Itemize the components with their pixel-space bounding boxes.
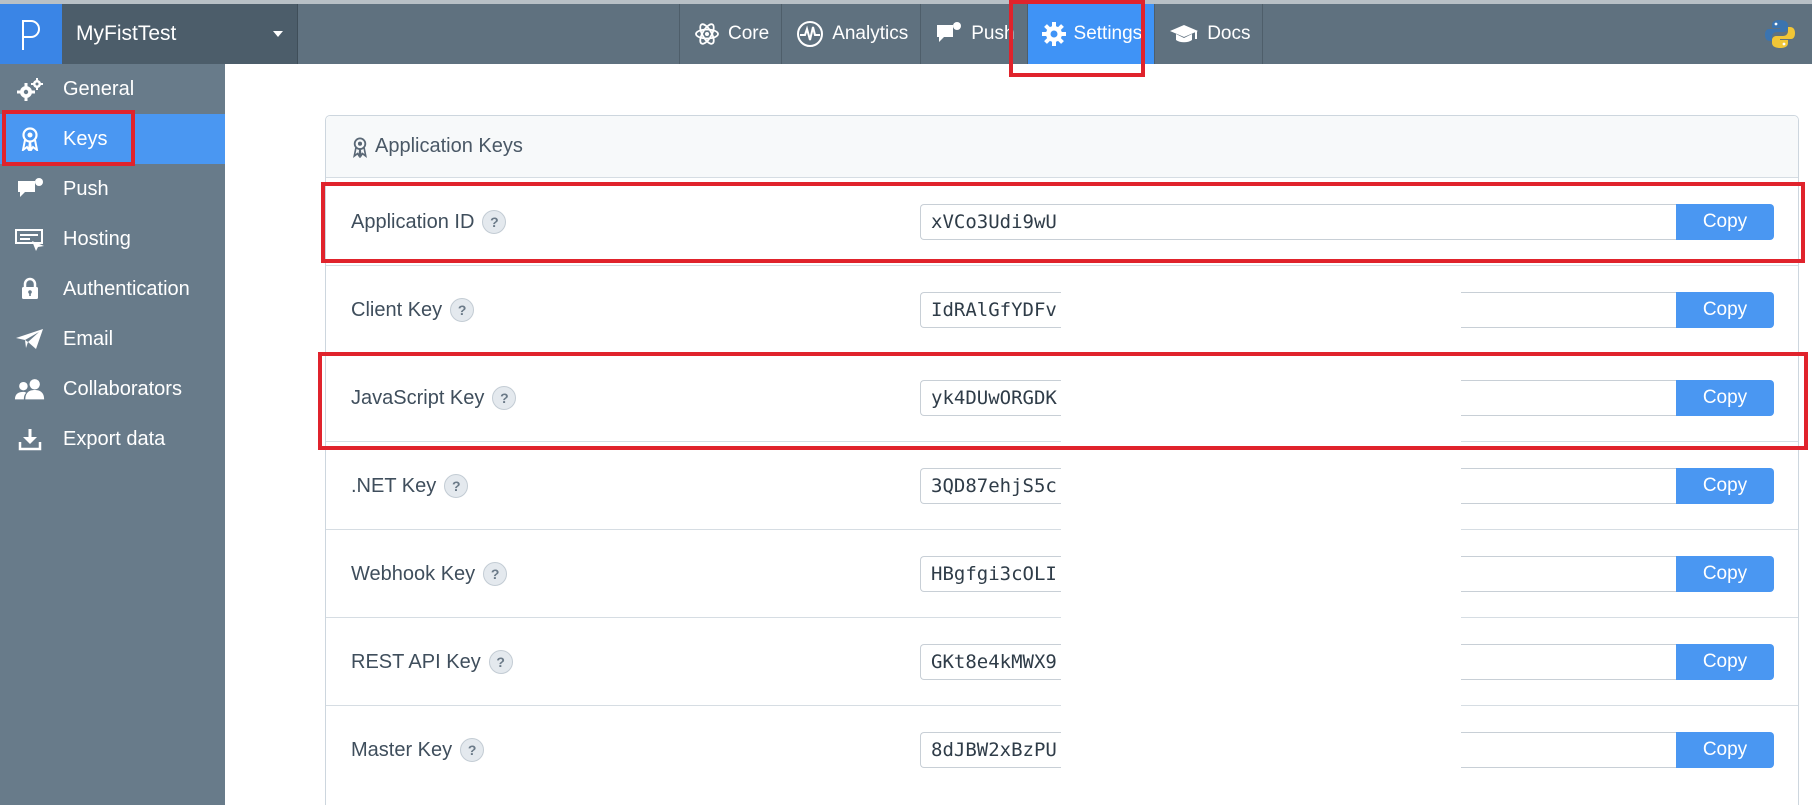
redaction-mask <box>1061 270 1461 805</box>
parse-logo[interactable] <box>0 4 62 64</box>
key-label: Master Key? <box>351 706 485 794</box>
key-value: IdRAlGfYDFv <box>931 299 1057 321</box>
sidebar-item-push[interactable]: Push <box>0 164 225 214</box>
hosting-icon <box>14 227 46 251</box>
key-label: Application ID? <box>351 178 507 266</box>
top-nav: Core Analytics Push Settings Docs <box>679 4 1264 64</box>
key-value: 3QD87ehjS5c <box>931 475 1057 497</box>
application-id-field[interactable]: xVCo3Udi9wU <box>920 204 1676 240</box>
key-label: .NET Key? <box>351 442 469 530</box>
sidebar-item-label: Push <box>63 177 109 200</box>
sidebar-item-general[interactable]: General <box>0 64 225 114</box>
nav-analytics-label: Analytics <box>832 23 909 44</box>
copy-client-key-button[interactable]: Copy <box>1676 292 1774 328</box>
chevron-down-icon <box>273 31 283 37</box>
key-value: HBgfgi3cOLI <box>931 563 1057 585</box>
key-value: GKt8e4kMWX9 <box>931 651 1057 673</box>
panel-header: Application Keys <box>326 116 1798 177</box>
nav-push-label: Push <box>971 23 1015 44</box>
nav-docs-label: Docs <box>1207 23 1251 44</box>
speech-bubble-icon <box>14 177 46 201</box>
gear-icon <box>1041 22 1066 46</box>
panel-title: Application Keys <box>375 135 523 157</box>
sidebar: General Keys Push Hosting Authentication… <box>0 64 225 805</box>
graduation-cap-icon <box>1170 25 1199 43</box>
nav-docs[interactable]: Docs <box>1154 4 1264 64</box>
help-icon[interactable]: ? <box>444 474 469 498</box>
copy-master-key-button[interactable]: Copy <box>1676 732 1774 768</box>
copy-javascript-key-button[interactable]: Copy <box>1676 380 1774 416</box>
users-icon <box>14 377 46 401</box>
key-ribbon-icon <box>14 127 46 151</box>
copy-rest-api-key-button[interactable]: Copy <box>1676 644 1774 680</box>
nav-push[interactable]: Push <box>920 4 1026 64</box>
nav-settings[interactable]: Settings <box>1026 4 1155 64</box>
sidebar-item-export-data[interactable]: Export data <box>0 414 225 464</box>
sidebar-item-label: Keys <box>63 127 108 150</box>
lock-icon <box>14 277 46 301</box>
sidebar-item-hosting[interactable]: Hosting <box>0 214 225 264</box>
key-label: Webhook Key? <box>351 530 508 618</box>
help-icon[interactable]: ? <box>492 386 517 410</box>
key-value: 8dJBW2xBzPU <box>931 739 1057 761</box>
atom-icon <box>695 23 719 45</box>
nav-settings-label: Settings <box>1073 23 1143 44</box>
help-icon[interactable]: ? <box>488 650 513 674</box>
top-bar: MyFistTest Core Analytics Push Settings … <box>0 0 1812 64</box>
speech-bubble-icon <box>937 22 962 42</box>
key-label: JavaScript Key? <box>351 354 517 442</box>
paper-plane-icon <box>14 327 46 351</box>
sidebar-item-label: Collaborators <box>63 377 182 400</box>
app-selector[interactable]: MyFistTest <box>62 4 298 64</box>
key-value: xVCo3Udi9wU <box>931 211 1057 233</box>
sidebar-item-label: Export data <box>63 427 166 450</box>
copy-application-id-button[interactable]: Copy <box>1676 204 1774 240</box>
sidebar-item-authentication[interactable]: Authentication <box>0 264 225 314</box>
sidebar-item-label: Authentication <box>63 277 190 300</box>
app-name: MyFistTest <box>76 22 177 45</box>
pulse-icon <box>797 21 824 47</box>
download-icon <box>14 427 46 451</box>
sidebar-item-collaborators[interactable]: Collaborators <box>0 364 225 414</box>
key-row-application-id: Application ID? xVCo3Udi9wU Copy <box>326 177 1798 265</box>
key-label: Client Key? <box>351 266 475 354</box>
sidebar-item-keys[interactable]: Keys <box>0 114 225 164</box>
key-value: yk4DUwORGDK <box>931 387 1057 409</box>
help-icon[interactable]: ? <box>483 562 508 586</box>
sidebar-item-label: Hosting <box>63 227 131 250</box>
copy-webhook-key-button[interactable]: Copy <box>1676 556 1774 592</box>
sidebar-item-label: General <box>63 77 135 100</box>
help-icon[interactable]: ? <box>460 738 485 762</box>
key-ribbon-icon <box>351 136 369 158</box>
help-icon[interactable]: ? <box>450 298 475 322</box>
sidebar-item-label: Email <box>63 327 114 350</box>
nav-core[interactable]: Core <box>679 4 781 64</box>
parse-logo-icon <box>22 20 40 50</box>
nav-analytics[interactable]: Analytics <box>781 4 920 64</box>
gears-icon <box>14 77 46 101</box>
sidebar-item-email[interactable]: Email <box>0 314 225 364</box>
help-icon[interactable]: ? <box>482 210 507 234</box>
copy-net-key-button[interactable]: Copy <box>1676 468 1774 504</box>
nav-core-label: Core <box>728 23 770 44</box>
user-avatar-icon[interactable] <box>1764 18 1796 50</box>
key-label: REST API Key? <box>351 618 513 706</box>
